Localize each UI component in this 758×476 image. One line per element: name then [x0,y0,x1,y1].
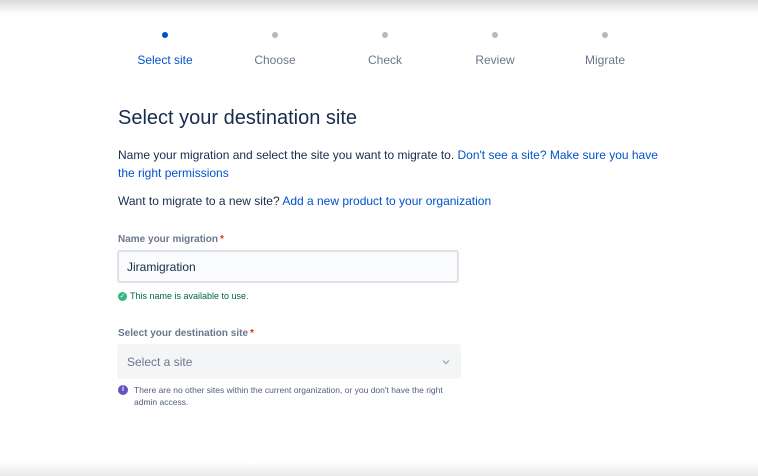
check-circle-icon: ✓ [118,291,127,301]
intro-text: Name your migration and select the site … [118,148,458,162]
step-choose: Choose [220,28,330,67]
info-message-text: There are no other sites within the curr… [134,385,443,407]
window-bottom-shadow [0,462,758,476]
required-mark: * [250,328,254,339]
step-dot [272,32,278,38]
page-title: Select your destination site [118,107,358,129]
new-site-text: Want to migrate to a new site? [118,194,283,208]
chevron-down-icon [442,359,450,364]
step-review: Review [440,28,550,67]
step-dot [492,32,498,38]
step-dot [382,32,388,38]
migration-name-input[interactable] [117,250,459,283]
step-label: Migrate [584,53,625,67]
step-label: Select site [137,53,193,67]
migration-name-label-text: Name your migration [118,234,219,245]
intro-paragraph: Name your migration and select the site … [118,146,663,182]
step-select-site: Select site [110,28,220,67]
info-circle-icon: i [118,385,128,395]
name-valid-message: ✓ This name is available to use. [118,291,249,301]
destination-site-label: Select your destination site * [118,328,254,339]
destination-site-select[interactable]: Select a site [117,344,461,379]
migration-name-label: Name your migration * [118,234,224,245]
destination-site-label-text: Select your destination site [118,328,249,339]
progress-stepper: Select site Choose Check Review Migrate [110,28,660,72]
step-label: Check [367,53,402,67]
step-migrate: Migrate [550,28,660,67]
site-info-message: i There are no other sites within the cu… [118,384,468,408]
step-dot [602,32,608,38]
step-check: Check [330,28,440,67]
required-mark: * [220,234,224,245]
step-dot [162,32,168,38]
select-placeholder: Select a site [127,354,193,369]
add-product-link[interactable]: Add a new product to your organization [282,194,491,208]
new-site-paragraph: Want to migrate to a new site? Add a new… [118,192,663,210]
step-label: Review [475,53,515,67]
step-label: Choose [254,53,296,67]
valid-message-text: This name is available to use. [130,291,249,301]
window-top-shadow [0,0,758,14]
